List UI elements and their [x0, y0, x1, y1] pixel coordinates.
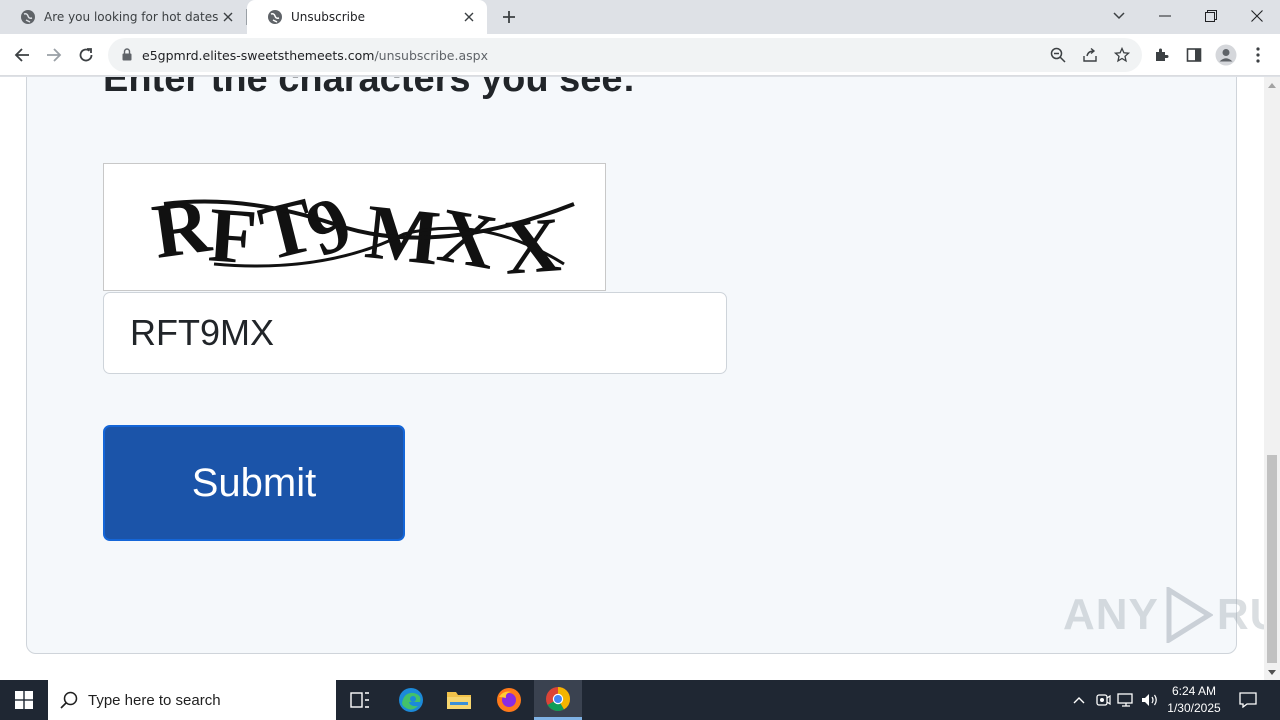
arrow-left-icon	[14, 48, 29, 62]
task-view-button[interactable]	[336, 680, 384, 720]
start-button[interactable]	[0, 680, 48, 720]
url-text[interactable]: e5gpmrd.elites-sweetsthemeets.com/unsubs…	[142, 48, 488, 63]
lock-icon[interactable]	[122, 48, 132, 61]
vertical-scrollbar[interactable]	[1264, 77, 1280, 680]
clock-time: 6:24 AM	[1171, 684, 1217, 698]
show-hidden-icons-button[interactable]	[1068, 680, 1090, 720]
anyrun-watermark: ANY RUN	[1063, 587, 1264, 643]
captcha-glyphs: R F T 9 M X X	[147, 178, 575, 291]
plus-icon	[503, 11, 515, 23]
captcha-image: R F T 9 M X X	[103, 163, 606, 291]
watermark-left: ANY	[1063, 590, 1159, 639]
clock-date: 1/30/2025	[1167, 701, 1221, 715]
taskbar-clock[interactable]: 6:24 AM 1/30/2025	[1160, 683, 1228, 717]
firefox-icon	[497, 688, 521, 712]
close-icon	[1251, 10, 1263, 22]
profile-avatar-icon[interactable]	[1214, 43, 1238, 67]
chrome-icon	[546, 686, 570, 711]
page-viewport: Enter the characters you see: R F T 9 M …	[0, 77, 1264, 680]
chevron-up-icon	[1073, 697, 1085, 704]
restore-icon	[1205, 10, 1217, 22]
notifications-button[interactable]	[1234, 680, 1262, 720]
share-icon[interactable]	[1080, 45, 1100, 65]
captcha-input[interactable]	[103, 292, 727, 374]
tab-search-button[interactable]	[1096, 0, 1142, 32]
network-icon	[1117, 693, 1133, 707]
extensions-puzzle-icon[interactable]	[1150, 43, 1174, 67]
scroll-down-arrow[interactable]	[1264, 664, 1280, 680]
watermark-right: RUN	[1216, 590, 1264, 639]
restore-button[interactable]	[1188, 0, 1234, 32]
kebab-menu-icon[interactable]	[1246, 43, 1270, 67]
play-logo-icon	[1166, 587, 1213, 643]
scroll-thumb[interactable]	[1267, 455, 1277, 663]
search-icon	[60, 691, 78, 709]
folder-icon	[447, 692, 471, 709]
forward-button[interactable]	[41, 42, 67, 68]
tab-strip: Are you looking for hot dates in Unsubsc…	[0, 0, 1280, 34]
volume-tray-icon[interactable]	[1139, 680, 1161, 720]
taskbar-edge[interactable]	[387, 680, 435, 720]
tab-hot-dates[interactable]: Are you looking for hot dates in	[0, 0, 246, 34]
notification-icon	[1239, 692, 1257, 708]
side-panel-icon[interactable]	[1182, 43, 1206, 67]
globe-icon	[21, 10, 35, 24]
address-bar[interactable]: e5gpmrd.elites-sweetsthemeets.com/unsubs…	[108, 38, 1142, 72]
meet-now-tray-icon[interactable]	[1092, 680, 1114, 720]
minimize-button[interactable]	[1142, 0, 1188, 32]
bookmark-star-icon[interactable]	[1112, 45, 1132, 65]
windows-logo-icon	[15, 691, 33, 709]
speaker-icon	[1142, 694, 1157, 706]
task-view-icon	[350, 692, 369, 708]
minimize-icon	[1159, 15, 1171, 17]
arrow-right-icon	[47, 48, 62, 62]
tab-title: Are you looking for hot dates in	[44, 10, 220, 24]
reload-button[interactable]	[73, 42, 99, 68]
back-button[interactable]	[9, 42, 35, 68]
close-window-button[interactable]	[1234, 0, 1280, 32]
reload-icon	[79, 48, 93, 62]
browser-toolbar: e5gpmrd.elites-sweetsthemeets.com/unsubs…	[0, 34, 1280, 76]
search-placeholder: Type here to search	[88, 691, 221, 709]
new-tab-button[interactable]	[498, 6, 520, 28]
url-path: /unsubscribe.aspx	[374, 48, 488, 63]
edge-icon	[399, 688, 423, 712]
tab-title: Unsubscribe	[291, 10, 365, 24]
taskbar-chrome[interactable]	[534, 680, 582, 720]
zoom-icon[interactable]	[1048, 45, 1068, 65]
taskbar-file-explorer[interactable]	[435, 680, 483, 720]
close-tab-icon[interactable]	[220, 9, 236, 25]
taskbar-search-box[interactable]: Type here to search	[48, 680, 336, 720]
globe-icon	[268, 10, 282, 24]
tab-unsubscribe[interactable]: Unsubscribe	[247, 0, 487, 34]
chevron-down-icon	[1113, 12, 1125, 20]
network-tray-icon[interactable]	[1115, 680, 1137, 720]
url-domain: e5gpmrd.elites-sweetsthemeets.com	[142, 48, 375, 63]
taskbar-firefox[interactable]	[485, 680, 533, 720]
unsubscribe-card: Enter the characters you see: R F T 9 M …	[26, 77, 1264, 654]
close-tab-icon[interactable]	[461, 9, 477, 25]
device-icon	[1096, 694, 1111, 706]
submit-button[interactable]: Submit	[103, 425, 405, 541]
scroll-up-arrow[interactable]	[1264, 77, 1280, 93]
windows-taskbar: Type here to search 6:24 AM 1/30/2025	[0, 680, 1280, 720]
captcha-heading: Enter the characters you see:	[103, 77, 636, 100]
